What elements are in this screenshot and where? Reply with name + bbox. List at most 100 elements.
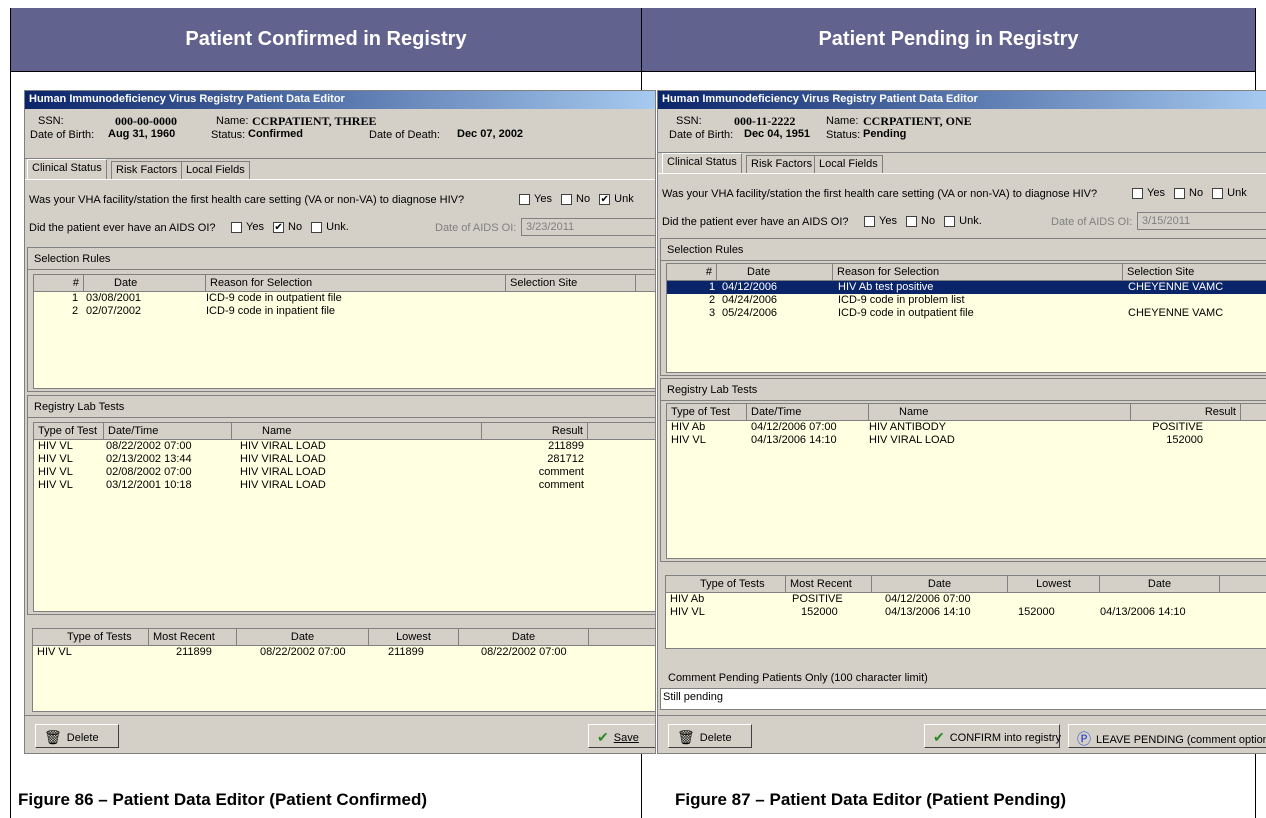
tab-risk-factors[interactable]: Risk Factors <box>111 161 183 179</box>
col-lowest-date[interactable]: Date <box>1100 576 1220 593</box>
aids-oi-yes-checkbox[interactable] <box>231 221 242 233</box>
first-diagnosis-unk-checkbox[interactable]: ✔ <box>599 193 611 205</box>
aids-oi-question: Did the patient ever have an AIDS OI? <box>662 216 849 228</box>
table-row[interactable]: HIV VL 152000 04/13/2006 14:10 152000 04/13/… <box>666 606 1266 619</box>
comment-input[interactable]: Still pending <box>660 688 1266 710</box>
list-item[interactable]: 2 02/07/2002 ICD-9 code in inpatient file <box>34 305 655 318</box>
col-date[interactable]: Date <box>237 629 369 646</box>
table-row[interactable]: HIV VL 04/13/2006 14:10 HIV VIRAL LOAD 1520… <box>667 434 1266 447</box>
col-lowest-date[interactable]: Date <box>459 629 589 646</box>
col-most-recent[interactable]: Most Recent <box>149 629 237 646</box>
table-row[interactable]: HIV VL 02/08/2002 07:00 HIV VIRAL LOAD comm… <box>34 466 655 479</box>
list-header: Type of Test Date/Time Name Result <box>34 423 655 440</box>
col-lowest[interactable]: Lowest <box>1008 576 1100 593</box>
delete-button[interactable]: 🗑 Delete <box>668 724 752 748</box>
button-bar: 🗑 Delete ✔ Save <box>25 715 655 753</box>
figure-87-caption: Figure 87 – Patient Data Editor (Patient… <box>675 790 1067 809</box>
no-label: No <box>921 215 936 227</box>
col-type-of-tests[interactable]: Type of Tests <box>33 629 149 646</box>
dob-label: Date of Birth: <box>30 129 95 141</box>
lab-summary-list[interactable]: Type of Tests Most Recent Date Lowest Da… <box>32 628 655 712</box>
table-row[interactable]: HIV VL 211899 08/22/2002 07:00 211899 08/22/… <box>33 646 655 659</box>
tab-local-fields[interactable]: Local Fields <box>181 161 250 179</box>
lab-tests-list[interactable]: Type of Test Date/Time Name Result HIV V… <box>33 422 655 612</box>
no-label: No <box>1189 187 1204 199</box>
yes-label: Yes <box>1147 187 1165 199</box>
tab-risk-factors[interactable]: Risk Factors <box>746 155 818 173</box>
col-most-recent[interactable]: Most Recent <box>786 576 872 593</box>
table-row[interactable]: HIV Ab 04/12/2006 07:00 HIV ANTIBODY POSITI… <box>667 421 1266 434</box>
aids-oi-question: Did the patient ever have an AIDS OI? <box>29 222 216 234</box>
ssn-label: SSN: <box>676 115 702 127</box>
col-site[interactable]: Selection Site <box>1123 264 1266 281</box>
list-item[interactable]: 1 03/08/2001 ICD-9 code in outpatient file <box>34 292 655 305</box>
save-button[interactable]: ✔ Save <box>588 724 655 748</box>
yes-label: Yes <box>879 215 897 227</box>
aids-oi-no-checkbox[interactable]: ✔ <box>273 221 285 233</box>
table-row[interactable]: HIV VL 02/13/2002 13:44 HIV VIRAL LOAD 2817… <box>34 453 655 466</box>
col-number[interactable]: # <box>34 275 84 292</box>
tab-clinical-status[interactable]: Clinical Status <box>662 153 742 173</box>
table-row[interactable]: HIV VL 08/22/2002 07:00 HIV VIRAL LOAD 2118… <box>34 440 655 453</box>
selection-rules-group: Selection Rules # Date Reason for Select… <box>27 247 655 392</box>
col-date[interactable]: Date <box>717 264 833 281</box>
col-lowest[interactable]: Lowest <box>369 629 459 646</box>
col-result[interactable]: Result <box>482 423 588 440</box>
delete-button[interactable]: 🗑 Delete <box>35 724 119 748</box>
aids-oi-no-checkbox[interactable] <box>906 215 918 227</box>
aids-oi-unk-checkbox[interactable] <box>311 221 323 233</box>
selection-rules-group: Selection Rules # Date Reason for Select… <box>660 238 1266 376</box>
col-result[interactable]: Result <box>1131 404 1241 421</box>
col-datetime[interactable]: Date/Time <box>104 423 232 440</box>
col-type[interactable]: Type of Test <box>34 423 104 440</box>
tab-strip: Clinical Status Risk Factors Local Field… <box>658 153 1266 173</box>
aids-date-field[interactable]: 3/23/2011 <box>521 218 655 236</box>
col-reason[interactable]: Reason for Selection <box>833 264 1123 281</box>
col-date[interactable]: Date <box>84 275 206 292</box>
col-type-of-tests[interactable]: Type of Tests <box>666 576 786 593</box>
list-item[interactable]: 2 04/24/2006 ICD-9 code in problem list <box>667 294 1266 307</box>
col-type[interactable]: Type of Test <box>667 404 747 421</box>
pending-p-icon: Ⓟ <box>1077 731 1091 747</box>
aids-oi-yes-checkbox[interactable] <box>864 215 875 227</box>
status-label: Status: <box>211 129 246 141</box>
col-number[interactable]: # <box>667 264 717 281</box>
window-title: Human Immunodeficiency Virus Registry Pa… <box>658 91 1266 109</box>
confirm-into-registry-button[interactable]: ✔ CONFIRM into registry <box>924 724 1061 748</box>
col-reason[interactable]: Reason for Selection <box>206 275 506 292</box>
pending-patient-editor-window: Human Immunodeficiency Virus Registry Pa… <box>657 90 1266 754</box>
lab-tests-title: Registry Lab Tests <box>661 379 1266 401</box>
first-diagnosis-options: Yes No ✔ Unk <box>505 193 634 205</box>
first-diagnosis-yes-checkbox[interactable] <box>519 193 530 205</box>
col-date[interactable]: Date <box>872 576 1008 593</box>
first-diagnosis-yes-checkbox[interactable] <box>1132 187 1143 199</box>
table-row[interactable]: HIV Ab POSITIVE 04/12/2006 07:00 <box>666 593 1266 606</box>
tab-clinical-status[interactable]: Clinical Status <box>27 159 107 179</box>
checkmark-icon: ✔ <box>597 729 609 745</box>
first-diagnosis-no-checkbox[interactable] <box>1174 187 1186 199</box>
col-name[interactable]: Name <box>232 423 482 440</box>
table-row[interactable]: HIV VL 03/12/2001 10:18 HIV VIRAL LOAD comm… <box>34 479 655 492</box>
first-diagnosis-question: Was your VHA facility/station the first … <box>29 194 465 206</box>
col-name[interactable]: Name <box>869 404 1131 421</box>
aids-oi-unk-checkbox[interactable] <box>944 215 956 227</box>
col-datetime[interactable]: Date/Time <box>747 404 869 421</box>
lab-tests-list[interactable]: Type of Test Date/Time Name Result HIV A… <box>666 403 1266 559</box>
aids-date-label: Date of AIDS OI: <box>435 222 517 234</box>
leave-pending-button[interactable]: Ⓟ LEAVE PENDING (comment optiona <box>1068 724 1266 748</box>
ssn-label: SSN: <box>38 115 64 127</box>
no-label: No <box>576 193 591 205</box>
list-item[interactable]: 1 04/12/2006 HIV Ab test positive CHEYENNE … <box>667 281 1266 294</box>
selection-rules-list[interactable]: # Date Reason for Selection Selection Si… <box>666 263 1266 373</box>
selection-rules-list[interactable]: # Date Reason for Selection Selection Si… <box>33 274 655 389</box>
first-diagnosis-no-checkbox[interactable] <box>561 193 573 205</box>
unk-label: Unk <box>1227 187 1247 199</box>
list-item[interactable]: 3 05/24/2006 ICD-9 code in outpatient file… <box>667 307 1266 320</box>
tab-local-fields[interactable]: Local Fields <box>814 155 883 173</box>
lab-summary-list[interactable]: Type of Tests Most Recent Date Lowest Da… <box>665 575 1266 649</box>
unk-label: Unk <box>614 193 634 205</box>
aids-date-field[interactable]: 3/15/2011 <box>1137 212 1266 230</box>
col-site[interactable]: Selection Site <box>506 275 636 292</box>
first-diagnosis-unk-checkbox[interactable] <box>1212 187 1224 199</box>
trash-icon: 🗑 <box>44 729 62 745</box>
